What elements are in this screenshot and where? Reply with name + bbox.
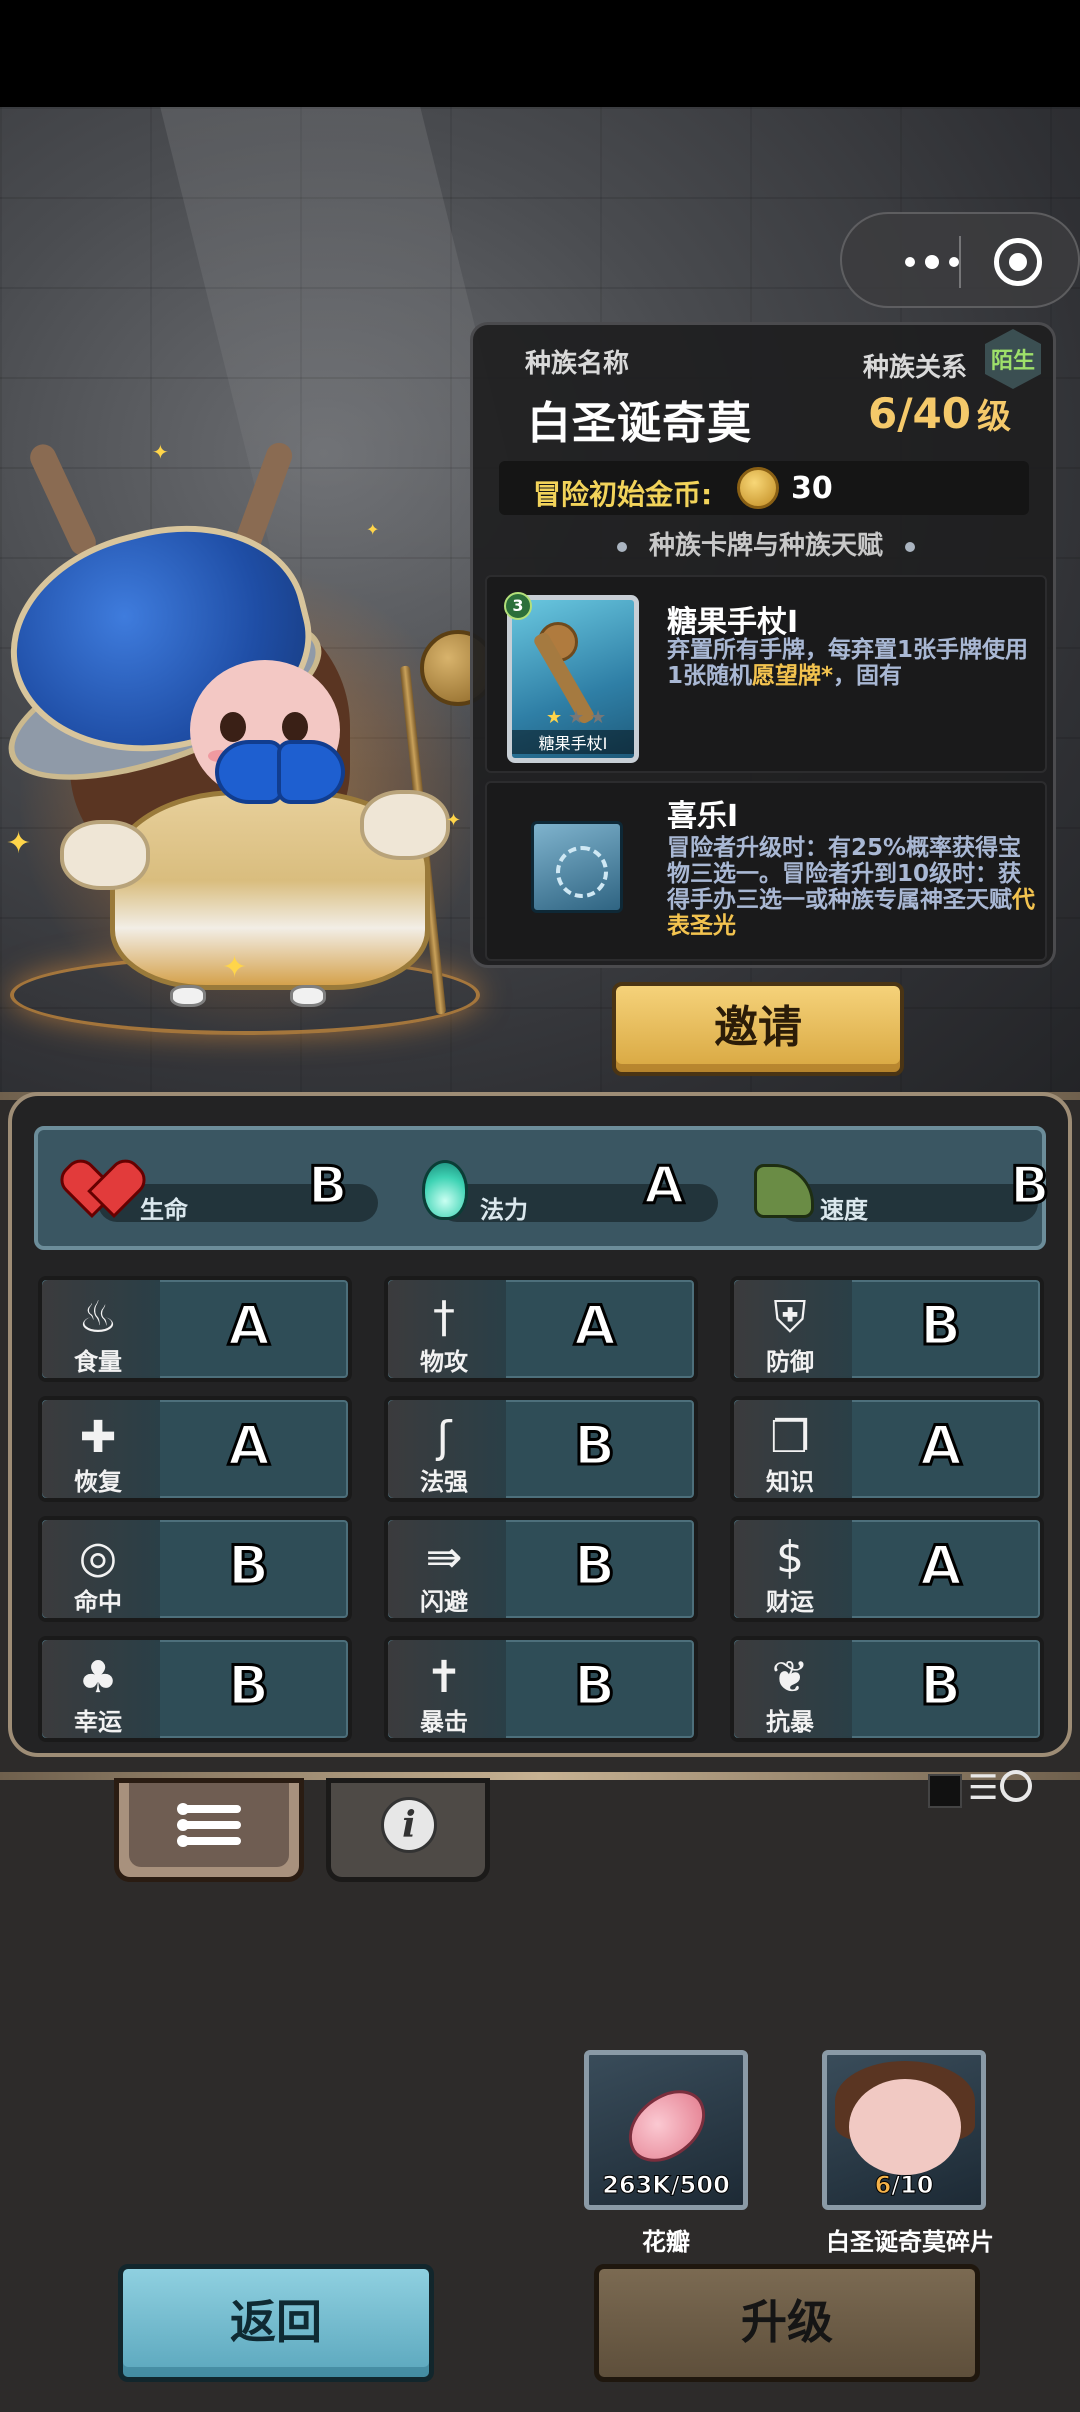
shard-count: 6/10 [874,2171,934,2200]
race-name-label: 种族名称 [525,349,630,379]
card-thumb-name: 糖果手杖I [512,730,634,754]
filter-toggle[interactable] [928,1774,962,1808]
tab-info[interactable]: i [326,1778,490,1882]
winged-boot-icon [754,1164,814,1218]
clover-icon: ♣ [78,1652,118,1703]
petal-name: 花瓣 [642,2228,690,2256]
starting-coins-bar: 冒险初始金币: 30 [499,461,1029,515]
petal-resource[interactable]: 263K/500 [584,2050,748,2210]
race-talent-item[interactable]: 喜乐I 冒险者升级时：有25%概率获得宝物三选一。冒险者升到10级时：获得手办三… [485,781,1047,961]
sword-icon: † [433,1292,455,1343]
shield-flower-icon: ❦ [771,1652,809,1703]
stat-speed: 速度 B [748,1154,1051,1230]
attr-defense: ⛨ 防御 B [730,1276,1044,1382]
section-title: 种族卡牌与种族天赋 [473,525,1059,562]
info-icon: i [381,1797,437,1853]
race-name: 白圣诞奇莫 [527,398,752,449]
primary-stats-bar: 生命 B 法力 A 速度 B [34,1126,1051,1250]
petal-count: 263K/500 [602,2171,731,2200]
attr-accuracy: ◎ 命中 B [38,1516,352,1622]
mini-program-capsule [840,212,1080,308]
attr-critical: ✝ 暴击 B [384,1636,698,1742]
shard-resource[interactable]: 6/10 [822,2050,986,2210]
race-card-title: 糖果手杖I [667,605,799,640]
attr-physical-attack: † 物攻 A [384,1276,698,1382]
invite-button[interactable]: 邀请 [612,982,904,1076]
upgrade-button[interactable]: 升级 [594,2264,980,2382]
stomach-icon: ♨ [78,1292,118,1343]
starting-coins-label: 冒险初始金币: [533,478,713,511]
petal-icon [615,2080,719,2172]
talent-joy-icon [531,821,623,913]
book-icon: ❐ [770,1412,810,1463]
race-card-thumbnail[interactable]: 3 ★ ★ ★ 糖果手杖I [504,592,639,763]
status-bar [0,0,1080,107]
attr-crit-resist: ❦ 抗暴 B [730,1636,1044,1742]
armor-icon: ⛨ [773,1292,807,1343]
list-icon [177,1799,241,1851]
mana-flame-icon [422,1160,468,1220]
close-target-icon[interactable] [994,238,1042,286]
shard-name: 白圣诞奇莫碎片 [826,2228,994,2256]
coin-icon: $ [776,1532,804,1583]
race-talent-title: 喜乐I [667,799,739,834]
relation-badge: 陌生 [985,329,1041,389]
race-card-item[interactable]: 3 ★ ★ ★ 糖果手杖I 糖果手杖I 弃置所有手牌，每弃置1张手牌使用1张随机愿望… [485,575,1047,773]
heart-icon [76,1164,134,1218]
attr-luck: ♣ 幸运 B [38,1636,352,1742]
attr-recovery: ✚ 恢复 A [38,1396,352,1502]
stat-life: 生命 B [68,1154,398,1230]
race-talent-description: 冒险者升级时：有25%概率获得宝物三选一。冒险者升到10级时：获得手办三选一或种… [667,835,1035,939]
heart-plus-icon: ✚ [79,1412,117,1463]
list-search-icon[interactable] [968,1766,1038,1812]
attr-dodge: ⇛ 闪避 B [384,1516,698,1622]
crit-sword-icon: ✝ [425,1652,463,1703]
stat-mana: 法力 A [408,1154,738,1230]
attr-food: ♨ 食量 A [38,1276,352,1382]
staff-icon: ʃ [436,1412,452,1463]
attr-magic-power: ʃ 法强 B [384,1396,698,1502]
gold-coin-icon [737,467,779,509]
character-portrait-icon [849,2079,961,2175]
target-icon: ◎ [78,1532,118,1583]
race-card-description: 弃置所有手牌，每弃置1张手牌使用1张随机愿望牌*，固有 [667,637,1029,689]
race-level: 6/40 级 [867,389,1011,438]
attr-knowledge: ❐ 知识 A [730,1396,1044,1502]
race-info-panel: 种族名称 种族关系 陌生 白圣诞奇莫 6/40 级 冒险初始金币: 30 种族卡牌… [470,322,1056,968]
dodge-arrows-icon: ⇛ [425,1532,463,1583]
race-relation-label: 种族关系 [863,353,968,383]
starting-coins-value: 30 [791,471,833,506]
back-button[interactable]: 返回 [118,2264,434,2382]
card-cost-badge: 3 [504,592,532,620]
tab-attribute-list[interactable] [114,1778,304,1882]
attr-fortune: $ 财运 A [730,1516,1044,1622]
